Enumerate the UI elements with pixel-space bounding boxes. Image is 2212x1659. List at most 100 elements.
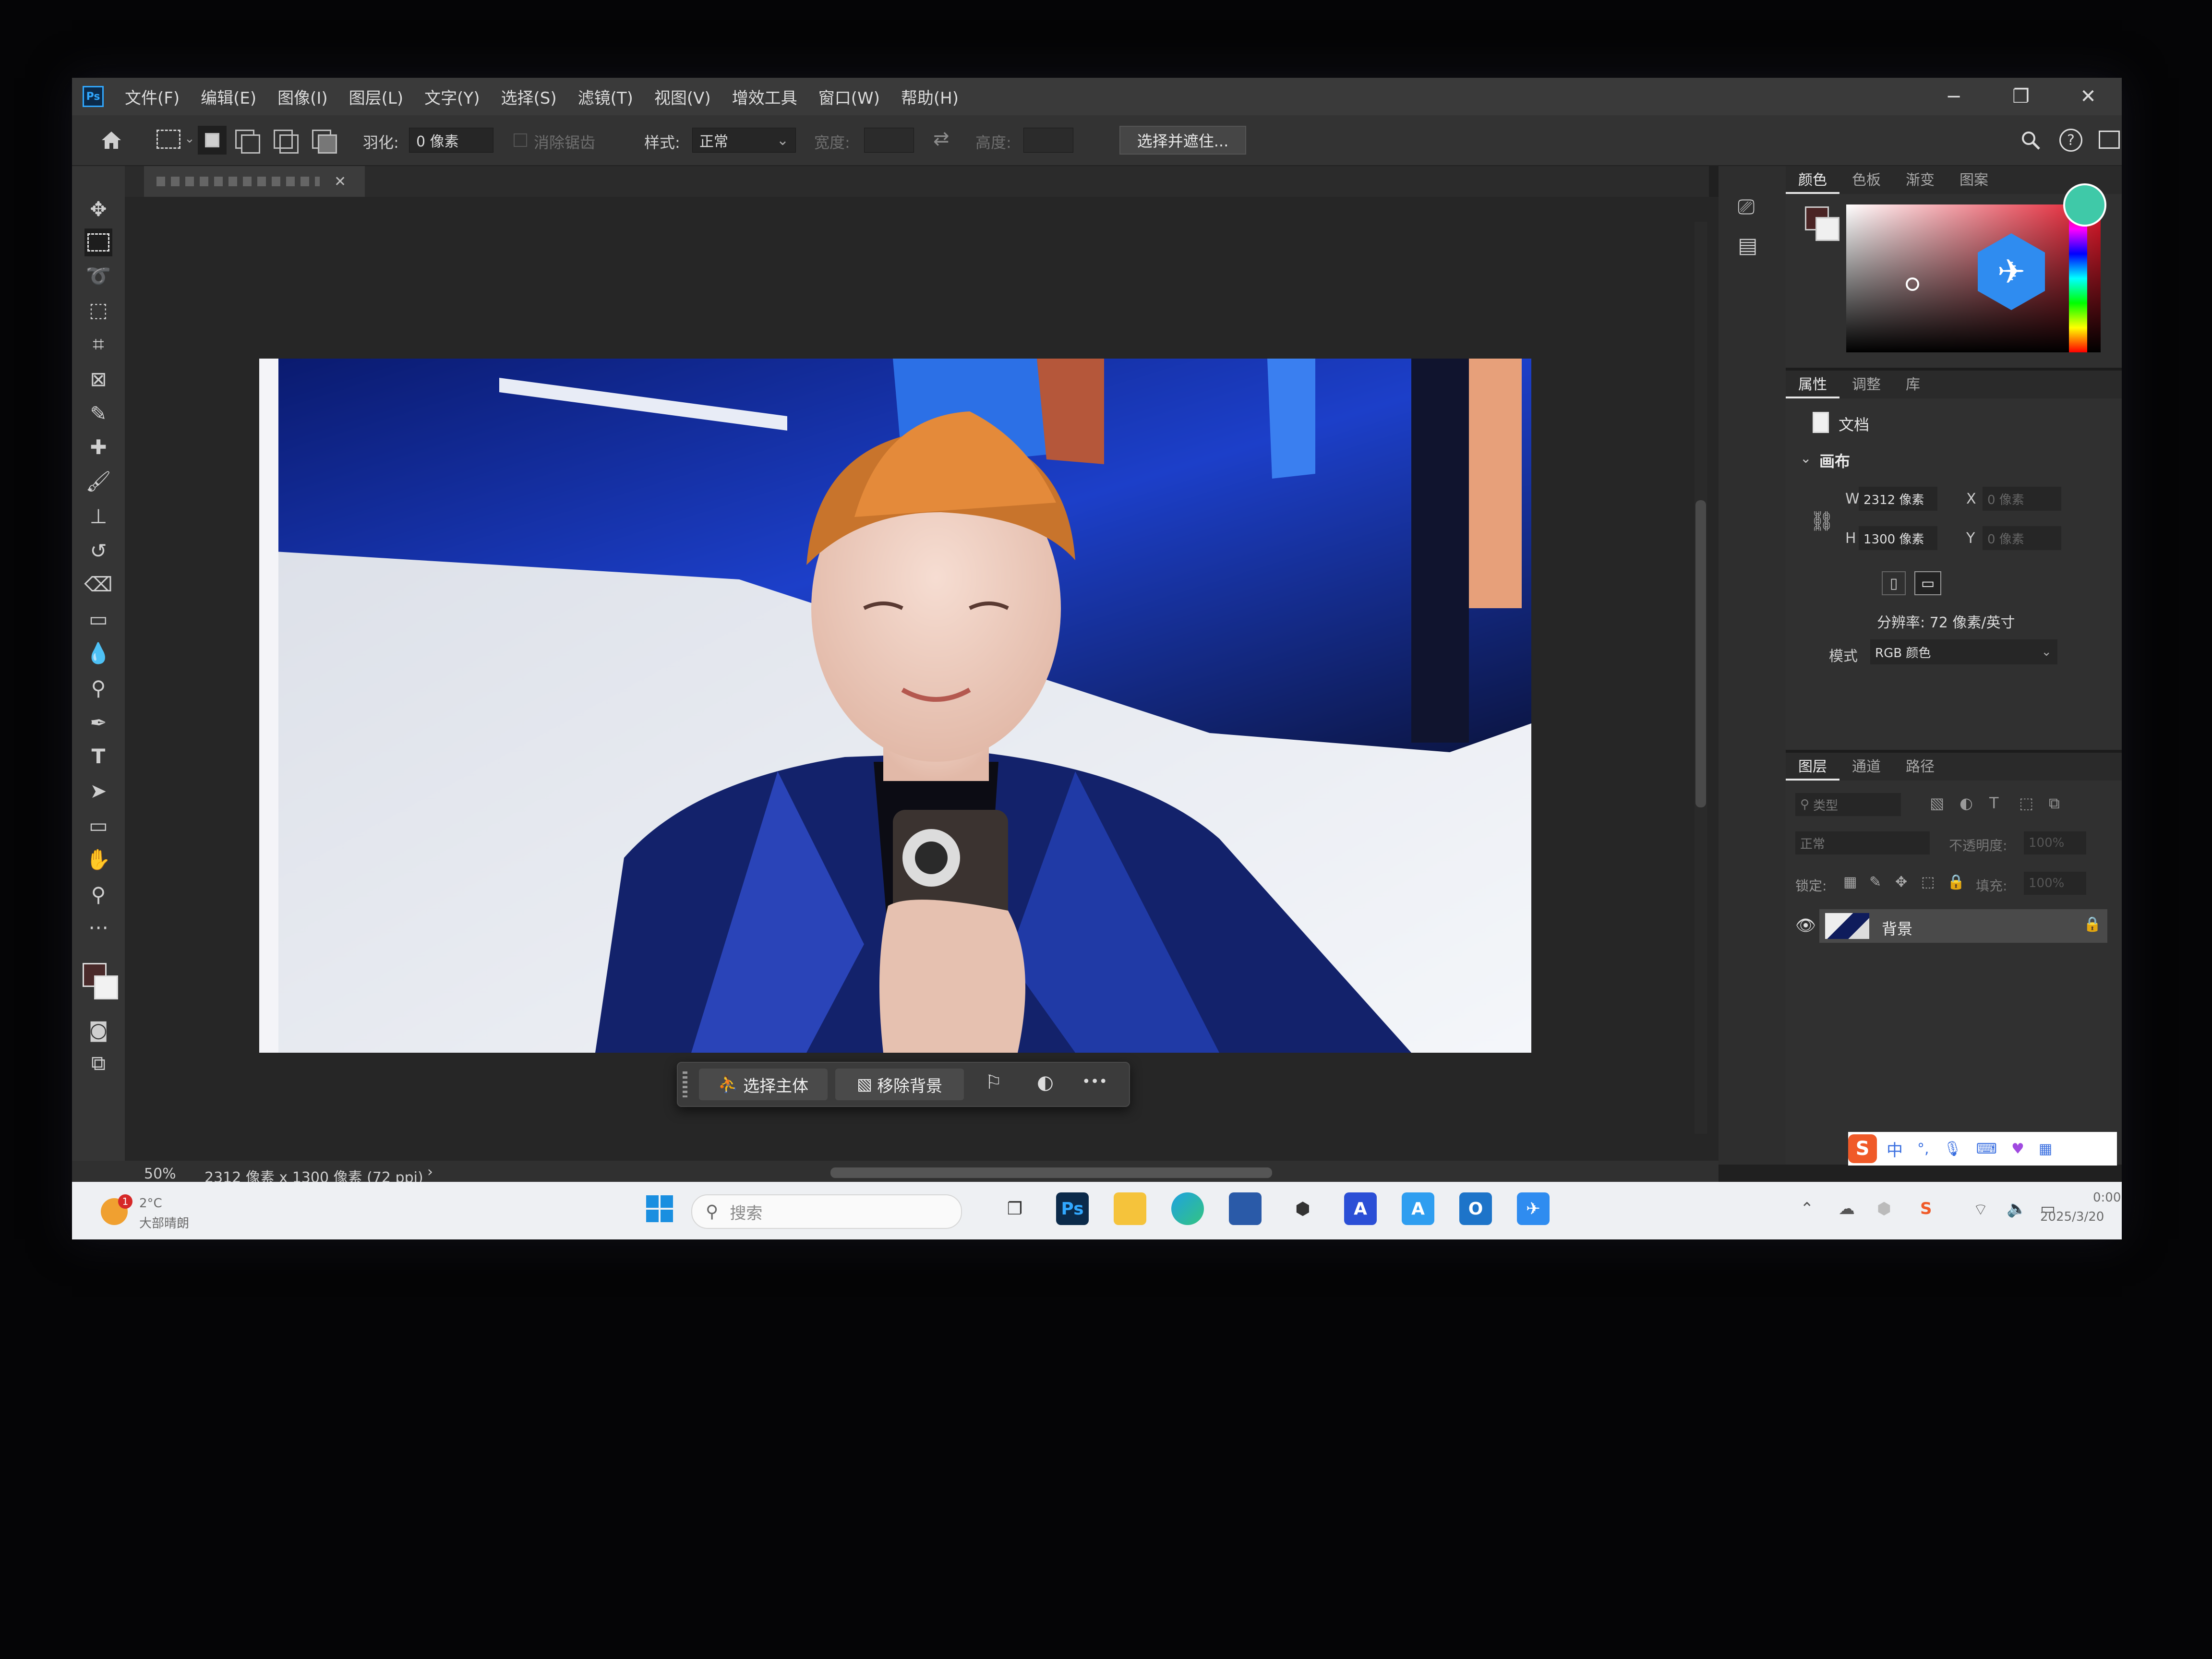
history-brush-icon[interactable]: ↺ [84, 537, 112, 565]
wifi-icon[interactable]: ⌔ [1973, 1199, 1988, 1220]
close-button[interactable]: ✕ [2055, 85, 2122, 108]
status-menu-arrow[interactable]: › [427, 1164, 433, 1180]
workspace-icon[interactable] [2099, 131, 2120, 149]
menu-filter[interactable]: 滤镜(T) [578, 85, 633, 108]
filter-shape-icon[interactable]: ⬚ [2019, 794, 2033, 812]
mode-select[interactable]: RGB 颜色 ⌄ [1870, 639, 2057, 664]
lock-transparent-icon[interactable]: ▦ [1843, 874, 1857, 890]
blend-mode-select[interactable]: 正常 [1795, 831, 1930, 854]
skin-icon[interactable]: ♥ [2011, 1141, 2024, 1157]
close-icon[interactable]: ✕ [334, 173, 346, 190]
sogou-logo-icon[interactable]: S [1848, 1134, 1877, 1163]
height-field[interactable]: 1300 像素 [1859, 526, 1937, 550]
brush-tool-icon[interactable]: 🖌 [84, 468, 112, 495]
blur-tool-icon[interactable]: 💧 [84, 639, 112, 667]
crop-tool-icon[interactable]: ⌗ [84, 330, 112, 358]
menu-plugins[interactable]: 增效工具 [732, 85, 797, 108]
filter-image-icon[interactable]: ▧ [1930, 794, 1944, 812]
landscape-orientation-button[interactable]: ▭ [1914, 571, 1941, 595]
hand-tool-icon[interactable]: ✋ [84, 846, 112, 874]
dodge-tool-icon[interactable]: ⚲ [84, 674, 112, 702]
more-options-button[interactable]: ••• [1082, 1073, 1107, 1090]
horizontal-scrollbar[interactable] [830, 1167, 1272, 1178]
toolbox-icon[interactable]: ▦ [2039, 1141, 2052, 1157]
restore-button[interactable]: ❐ [1987, 85, 2055, 108]
clock-date[interactable]: 2025/3/20 [2040, 1210, 2104, 1224]
store-app-icon[interactable] [1229, 1192, 1262, 1225]
photoshop-taskbar-icon[interactable]: Ps [1056, 1192, 1089, 1225]
tab-adjustments[interactable]: 调整 [1839, 373, 1893, 398]
feather-input[interactable]: 0 像素 [409, 128, 493, 153]
microphone-icon[interactable]: 🎙 [1944, 1141, 1962, 1157]
color-bg-swatch[interactable] [1815, 217, 1839, 241]
menu-layer[interactable]: 图层(L) [349, 85, 403, 108]
filter-smart-object-icon[interactable]: ⧉ [2049, 794, 2060, 813]
new-selection-icon[interactable] [198, 126, 227, 155]
help-icon[interactable]: ? [2059, 129, 2082, 152]
menu-window[interactable]: 窗口(W) [818, 85, 880, 108]
minimize-button[interactable]: − [1920, 85, 1987, 108]
type-tool-icon[interactable]: T [84, 742, 112, 770]
x-field[interactable]: 0 像素 [1983, 487, 2061, 511]
width-input[interactable] [864, 128, 914, 153]
search-icon[interactable] [2020, 130, 2041, 153]
eyedropper-icon[interactable]: ✎ [84, 399, 112, 427]
rectangle-tool-icon[interactable]: ▭ [84, 811, 112, 839]
mascot-icon[interactable] [2063, 183, 2106, 227]
drag-handle-icon[interactable] [683, 1071, 687, 1097]
more-tools-icon[interactable]: ⋯ [84, 913, 112, 941]
tab-channels[interactable]: 通道 [1839, 755, 1893, 781]
tab-color[interactable]: 颜色 [1786, 168, 1839, 194]
healing-brush-icon[interactable]: ✚ [84, 433, 112, 461]
cloud-icon[interactable]: ☁ [1839, 1199, 1855, 1218]
color-picker-field[interactable] [1846, 204, 2101, 352]
clock-time[interactable]: 0:00 [2093, 1190, 2121, 1205]
chevron-down-icon[interactable]: ⌄ [184, 132, 195, 146]
gradient-tool-icon[interactable]: ▭ [84, 605, 112, 633]
tab-gradients[interactable]: 渐变 [1893, 168, 1947, 194]
tab-paths[interactable]: 路径 [1893, 755, 1947, 781]
lock-position-icon[interactable]: ✥ [1895, 874, 1907, 890]
pen-tool-icon[interactable]: ✒ [84, 709, 112, 736]
fill-field[interactable]: 100% [2024, 872, 2086, 895]
filter-adjustment-icon[interactable]: ◐ [1960, 794, 1973, 812]
object-selection-icon[interactable]: ⬚ [84, 296, 112, 324]
layer-row[interactable]: 背景 🔒 [1819, 909, 2107, 943]
marquee-preset-icon[interactable] [156, 130, 180, 149]
portrait-orientation-button[interactable]: ▯ [1882, 571, 1906, 595]
menu-file[interactable]: 文件(F) [125, 85, 180, 108]
assistant-taskbar-icon[interactable]: ✈ [1517, 1192, 1550, 1225]
windows-start-icon[interactable] [643, 1192, 676, 1225]
width-field[interactable]: 2312 像素 [1859, 487, 1937, 511]
menu-image[interactable]: 图像(I) [277, 85, 328, 108]
volume-icon[interactable]: 🔈 [2007, 1199, 2027, 1218]
swap-icon[interactable]: ⇄ [933, 128, 950, 150]
document-tab[interactable]: ✕ [144, 166, 365, 197]
background-color-swatch[interactable] [94, 975, 118, 999]
scrollbar-thumb[interactable] [1695, 500, 1706, 807]
path-selection-icon[interactable]: ➤ [84, 777, 112, 805]
remove-background-button[interactable]: ▧ 移除背景 [835, 1069, 964, 1100]
height-input[interactable] [1023, 128, 1073, 153]
menu-select[interactable]: 选择(S) [501, 85, 556, 108]
lock-all-icon[interactable]: 🔒 [1947, 874, 1965, 890]
app-blue-icon[interactable]: A [1402, 1192, 1434, 1225]
mask-icon[interactable]: ◐ [1037, 1071, 1054, 1094]
select-subject-button[interactable]: ⛹ 选择主体 [699, 1069, 828, 1100]
task-view-icon[interactable]: ❐ [998, 1192, 1031, 1225]
ime-punctuation-icon[interactable]: °, [1917, 1141, 1929, 1157]
history-panel-icon[interactable]: ⎚ [1738, 195, 1755, 219]
tab-patterns[interactable]: 图案 [1947, 168, 2001, 194]
visibility-eye-icon[interactable]: 👁 [1795, 916, 1816, 935]
hue-slider[interactable] [2069, 204, 2087, 352]
chevron-down-icon[interactable]: ⌄ [1800, 450, 1811, 466]
lasso-tool-icon[interactable]: ➰ [84, 262, 112, 290]
ime-language[interactable]: 中 [1887, 1137, 1903, 1161]
opacity-field[interactable]: 100% [2024, 831, 2086, 854]
app-cube-icon[interactable]: ⬢ [1286, 1192, 1319, 1225]
quick-mask-icon[interactable]: ◙ [84, 1016, 112, 1044]
zoom-tool-icon[interactable]: ⚲ [84, 880, 112, 908]
comments-panel-icon[interactable]: ▤ [1738, 233, 1758, 258]
marquee-tool-icon[interactable] [84, 228, 112, 256]
edge-browser-icon[interactable] [1171, 1192, 1204, 1225]
